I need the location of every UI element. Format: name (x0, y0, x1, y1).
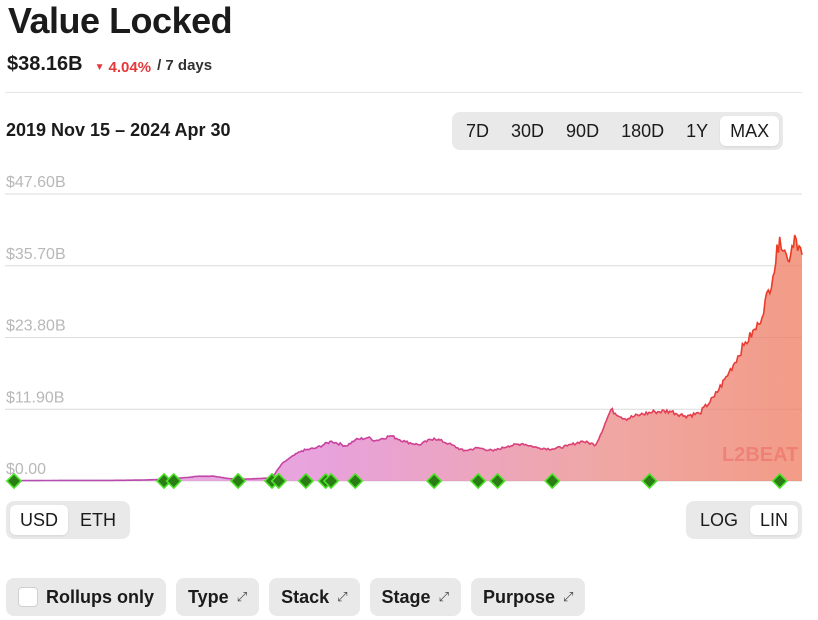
l2beat-watermark: L2BEAT (722, 444, 798, 466)
expand-icon: ⤢ (438, 589, 449, 604)
scale-log-button[interactable]: LOG (690, 505, 748, 535)
range-180d-button[interactable]: 180D (611, 116, 674, 146)
milestone-marker[interactable] (229, 472, 247, 490)
filter-bar: Rollups only Type ⤢ Stack ⤢ Stage ⤢ Purp… (6, 578, 586, 616)
change-period: / 7 days (157, 57, 213, 74)
checkbox-icon[interactable] (18, 587, 38, 607)
milestone-marker[interactable] (165, 472, 182, 490)
range-90d-button[interactable]: 90D (556, 116, 609, 146)
expand-icon: ⤢ (236, 589, 248, 604)
change-percent: 4.04% (108, 59, 152, 76)
scale-lin-button[interactable]: LIN (749, 505, 798, 535)
value-summary: $38.16B ▼ 4.04% / 7 days (7, 53, 212, 76)
date-range: 2019 Nov 15 – 2024 Apr 30 (6, 120, 231, 140)
stack-filter-button[interactable]: Stack ⤢ (269, 578, 360, 616)
stage-filter-label: Stage (381, 586, 431, 607)
stage-filter-button[interactable]: Stage ⤢ (369, 578, 461, 616)
currency-selector: USD ETH (6, 501, 131, 539)
svg-text:L2BEAT: L2BEAT (722, 444, 798, 466)
expand-icon: ⤢ (563, 589, 574, 604)
range-30d-button[interactable]: 30D (501, 116, 554, 146)
range-max-button[interactable]: MAX (720, 116, 780, 146)
rollups-only-checkbox[interactable]: Rollups only (6, 578, 166, 616)
range-7d-button[interactable]: 7D (456, 116, 499, 146)
time-range-selector: 7D 30D 90D 180D 1Y MAX (452, 112, 784, 150)
y-tick-label: $11.90B (6, 389, 64, 406)
scale-selector: LOG LIN (685, 501, 802, 539)
down-arrow-icon: ▼ (94, 62, 105, 73)
rollups-only-label: Rollups only (46, 586, 154, 607)
page-title: Value Locked (8, 0, 233, 41)
range-1y-button[interactable]: 1Y (676, 116, 718, 146)
y-tick-label: $35.70B (6, 246, 66, 263)
currency-usd-button[interactable]: USD (10, 505, 69, 535)
purpose-filter-label: Purpose (482, 586, 556, 607)
value-locked-chart: $47.60B$35.70B$23.80B$11.90B$0.00 L2BEAT (5, 174, 803, 490)
stack-filter-label: Stack (281, 586, 330, 607)
total-value: $38.16B (7, 53, 83, 75)
currency-eth-button[interactable]: ETH (70, 505, 126, 535)
type-filter-button[interactable]: Type ⤢ (176, 578, 260, 616)
divider (5, 92, 802, 93)
purpose-filter-button[interactable]: Purpose ⤢ (470, 578, 586, 616)
y-tick-label: $47.60B (6, 174, 66, 191)
change-indicator: ▼ 4.04% (95, 59, 151, 76)
type-filter-label: Type (188, 586, 229, 607)
y-tick-label: $23.80B (6, 318, 66, 335)
expand-icon: ⤢ (337, 589, 348, 604)
